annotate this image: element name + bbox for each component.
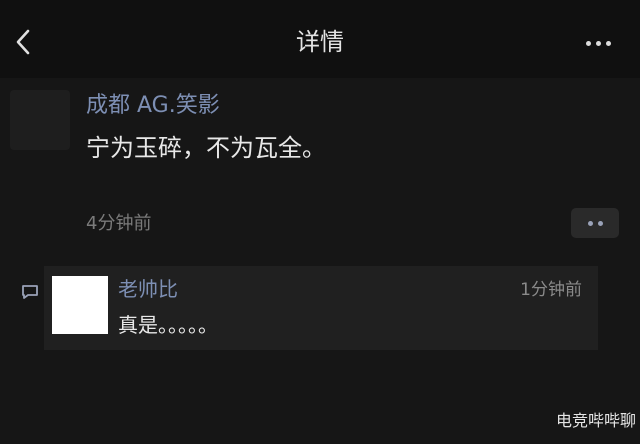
more-dots-icon [585, 40, 591, 46]
comment-like-dots-icon [597, 220, 603, 226]
page-title: 详情 [296, 28, 344, 56]
watermark: 电竞哔哔聊 [555, 411, 636, 430]
post-action-button[interactable] [571, 208, 619, 238]
more-dots-icon [595, 40, 601, 46]
more-button[interactable] [578, 28, 618, 58]
post-content: 宁为玉碎，不为瓦全。 [86, 134, 326, 162]
comment-time: 1分钟前 [520, 280, 582, 300]
author-avatar[interactable] [10, 90, 70, 150]
commenter-avatar[interactable] [52, 276, 108, 334]
post-time: 4分钟前 [86, 213, 152, 234]
comment-author-name[interactable]: 老帅比 [118, 276, 178, 302]
comment-text: 真是。。。。。 [118, 313, 218, 337]
comment-bubble-icon [22, 285, 38, 299]
more-dots-icon [605, 40, 611, 46]
screen: 详情 成都 AG.笑影 宁为玉碎，不为瓦全。 4分钟前 老帅比 1分钟前 真是。… [0, 0, 640, 444]
post-author-name[interactable]: 成都 AG.笑影 [86, 92, 220, 120]
top-bar: 详情 [0, 0, 640, 78]
comment-like-dots-icon [587, 220, 593, 226]
